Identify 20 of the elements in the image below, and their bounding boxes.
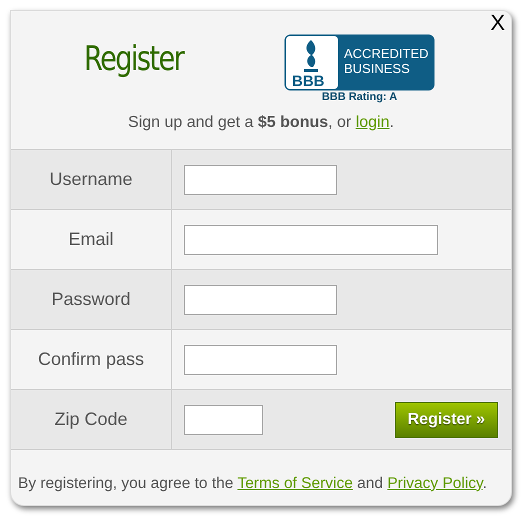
- terms-text: By registering, you agree to the Terms of Service and Privacy Policy.: [17, 474, 488, 494]
- field-label: Username: [49, 168, 133, 191]
- input-field[interactable]: [184, 284, 337, 314]
- login-link[interactable]: login: [356, 114, 390, 131]
- accreditation-badge: BBB ACCREDITED BUSINESS: [284, 34, 435, 91]
- policy-link[interactable]: Privacy Policy: [387, 474, 483, 492]
- field-label: Zip Code: [54, 408, 128, 431]
- input-field[interactable]: [184, 224, 438, 254]
- field-label: Password: [51, 288, 131, 311]
- register-button[interactable]: Register »: [394, 402, 498, 438]
- dialog-title: Register: [84, 42, 184, 76]
- rating-label: BBB Rating: A: [322, 92, 398, 103]
- intro-text: Sign up and get a $5 bonus, or login.: [128, 113, 394, 133]
- close-button[interactable]: X: [490, 12, 505, 34]
- field-label: Email: [68, 228, 114, 251]
- input-field[interactable]: [184, 344, 337, 374]
- input-field[interactable]: [184, 164, 337, 194]
- policy-link[interactable]: Terms of Service: [237, 474, 353, 492]
- field-label: Confirm pass: [38, 348, 144, 371]
- input-field[interactable]: [184, 404, 263, 434]
